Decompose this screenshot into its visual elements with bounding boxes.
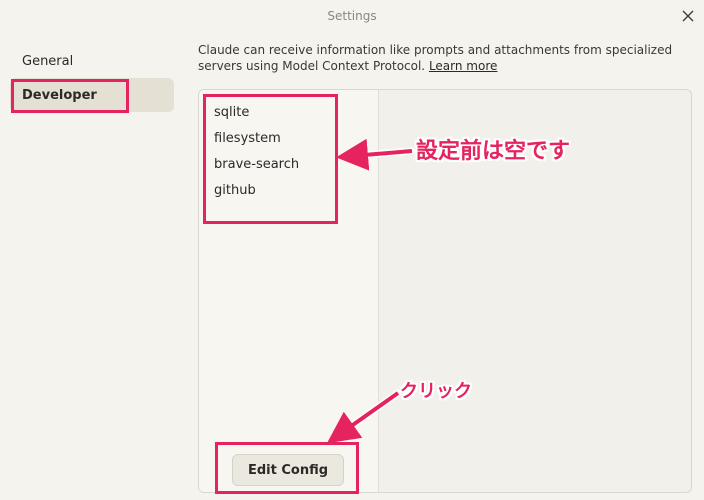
mcp-servers-panel: sqlite filesystem brave-search github Ed… [198,89,692,493]
developer-description: Claude can receive information like prom… [198,42,690,74]
close-icon [682,10,694,22]
server-item-label: sqlite [214,104,250,120]
server-item-label: filesystem [214,130,281,146]
settings-window: Settings General Developer Claude can re… [0,0,704,500]
close-button[interactable] [678,6,698,26]
sidebar-item-label: General [22,53,74,69]
sidebar-item-general[interactable]: General [10,44,174,78]
server-item-sqlite[interactable]: sqlite [199,99,378,125]
settings-sidebar: General Developer [10,44,174,112]
server-item-label: brave-search [214,156,300,172]
server-item-label: github [214,182,256,198]
server-item-github[interactable]: github [199,177,378,203]
server-item-brave-search[interactable]: brave-search [199,151,378,177]
sidebar-item-label: Developer [22,87,97,103]
window-title: Settings [327,9,377,23]
learn-more-link[interactable]: Learn more [429,59,497,73]
server-list: sqlite filesystem brave-search github Ed… [199,90,379,492]
edit-config-button[interactable]: Edit Config [232,454,344,486]
server-item-filesystem[interactable]: filesystem [199,125,378,151]
title-bar: Settings [0,0,704,34]
sidebar-item-developer[interactable]: Developer [10,78,174,112]
